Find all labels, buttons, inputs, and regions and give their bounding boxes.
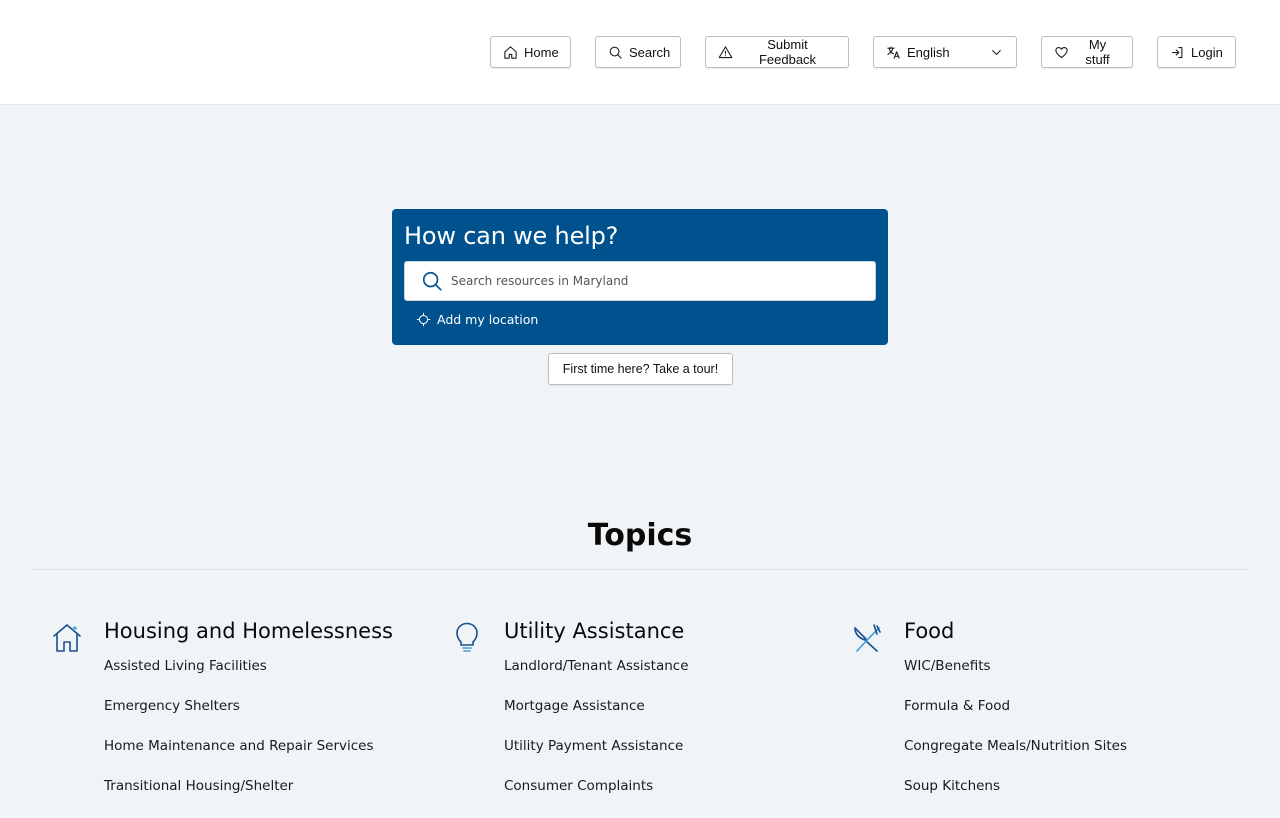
topic-link[interactable]: Formula & Food	[904, 698, 1127, 738]
take-tour-button[interactable]: First time here? Take a tour!	[548, 353, 733, 385]
search-icon	[609, 46, 622, 59]
topic-list-housing: Assisted Living Facilities Emergency She…	[104, 658, 374, 818]
topics-heading: Topics	[587, 518, 693, 553]
home-icon	[504, 45, 517, 59]
topic-heading-housing: Housing and Homelessness	[104, 619, 393, 643]
topic-list-utility: Landlord/Tenant Assistance Mortgage Assi…	[504, 658, 689, 818]
topic-link[interactable]: WIC/Benefits	[904, 658, 1127, 698]
topic-link[interactable]: Landlord/Tenant Assistance	[504, 658, 689, 698]
topic-link[interactable]: Assisted Living Facilities	[104, 658, 374, 698]
topic-heading-food: Food	[904, 619, 955, 643]
search-button-label: Search	[629, 44, 671, 60]
my-stuff-button[interactable]: My stuff	[1041, 36, 1133, 68]
translate-icon	[887, 45, 900, 59]
warning-icon	[718, 45, 733, 58]
heart-icon	[1055, 46, 1068, 58]
lightbulb-icon	[452, 620, 482, 654]
hero-title: How can we help?	[404, 222, 619, 250]
topic-link[interactable]: Consumer Complaints	[504, 778, 689, 818]
resource-search-box[interactable]	[404, 261, 876, 301]
crosshair-icon	[416, 312, 431, 327]
topic-link[interactable]: Home Maintenance and Repair Services	[104, 738, 374, 778]
resource-search-input[interactable]	[451, 274, 851, 288]
add-location-link[interactable]: Add my location	[416, 312, 538, 327]
topic-link[interactable]: Emergency Shelters	[104, 698, 374, 738]
submit-feedback-button[interactable]: Submit Feedback	[705, 36, 849, 68]
chevron-down-icon	[992, 49, 1001, 55]
search-hero-panel: How can we help? Add my location	[392, 209, 888, 345]
topic-heading-utility: Utility Assistance	[504, 619, 685, 643]
fork-knife-icon	[852, 620, 882, 654]
search-button[interactable]: Search	[595, 36, 681, 68]
house-icon	[52, 620, 82, 654]
language-select-value: English	[907, 44, 950, 60]
language-select[interactable]: English	[873, 36, 1017, 68]
topic-list-food: WIC/Benefits Formula & Food Congregate M…	[904, 658, 1127, 818]
top-navigation-bar: Home Search Submit Feedback English My s…	[0, 0, 1280, 105]
topics-divider	[32, 569, 1248, 570]
topic-link[interactable]: Mortgage Assistance	[504, 698, 689, 738]
login-label: Login	[1191, 44, 1223, 60]
add-location-label: Add my location	[437, 312, 539, 327]
home-button-label: Home	[524, 44, 559, 60]
submit-feedback-label: Submit Feedback	[758, 37, 817, 67]
search-icon	[422, 271, 442, 291]
home-button[interactable]: Home	[490, 36, 571, 68]
topic-link[interactable]: Transitional Housing/Shelter	[104, 778, 374, 818]
topic-link[interactable]: Congregate Meals/Nutrition Sites	[904, 738, 1127, 778]
my-stuff-label: My stuff	[1085, 37, 1110, 67]
topic-link[interactable]: Soup Kitchens	[904, 778, 1127, 818]
login-icon	[1171, 46, 1183, 58]
topic-link[interactable]: Utility Payment Assistance	[504, 738, 689, 778]
login-button[interactable]: Login	[1157, 36, 1236, 68]
